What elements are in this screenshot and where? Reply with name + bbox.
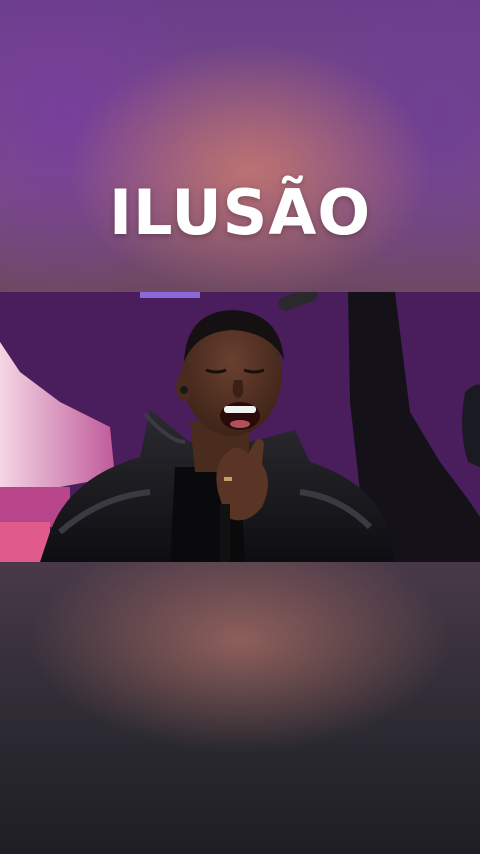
in-ear-monitor (180, 386, 188, 394)
song-title: ILUSÃO (108, 176, 372, 249)
performance-image (0, 292, 480, 562)
ring (224, 477, 232, 481)
video-frame[interactable] (0, 292, 480, 562)
handheld-microphone (220, 504, 230, 562)
stage-light (140, 292, 200, 298)
